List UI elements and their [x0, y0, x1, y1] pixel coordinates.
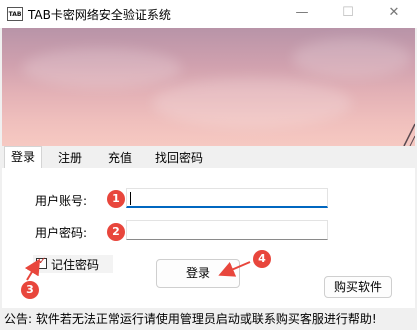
annotation-marker-2: 2 [107, 223, 125, 241]
checkbox-box[interactable]: ✓ [36, 256, 47, 269]
account-input[interactable] [126, 188, 328, 208]
title-bar[interactable]: TAB TAB卡密网络安全验证系统 — ☐ ✕ [0, 0, 417, 28]
account-label: 用户账号: [35, 194, 88, 208]
tab-login[interactable]: 登录 [4, 146, 43, 170]
notice-bar: 公告: 软件若无法正常运行请使用管理员启动或联系购买客服进行帮助! [0, 308, 417, 330]
banner-decoration [403, 123, 415, 146]
annotation-marker-3: 3 [21, 281, 39, 299]
banner-image [2, 28, 415, 146]
tab-recharge[interactable]: 充值 [102, 148, 138, 168]
tab-register[interactable]: 注册 [52, 148, 88, 168]
remember-password-label: 记住密码 [51, 258, 100, 272]
login-button[interactable]: 登录 [156, 259, 240, 288]
tab-recover-password[interactable]: 找回密码 [149, 148, 209, 168]
window-title: TAB卡密网络安全验证系统 [28, 8, 171, 22]
maximize-button[interactable]: ☐ [325, 0, 371, 28]
password-label: 用户密码: [35, 226, 88, 240]
text-caret [130, 192, 131, 205]
remember-password-checkbox[interactable]: ✓ 记住密码 [33, 255, 113, 273]
buy-software-button[interactable]: 购买软件 [324, 276, 392, 298]
checkmark-icon: ✓ [38, 256, 47, 267]
tab-bar: 登录 注册 充值 找回密码 [2, 146, 415, 170]
password-input[interactable] [126, 220, 328, 240]
minimize-button[interactable]: — [279, 0, 325, 28]
app-window: TAB TAB卡密网络安全验证系统 — ☐ ✕ 登录 注册 充值 找回密码 用户… [0, 0, 417, 330]
annotation-marker-1: 1 [107, 190, 125, 208]
close-button[interactable]: ✕ [371, 0, 417, 28]
annotation-marker-4: 4 [253, 250, 271, 268]
app-logo-icon: TAB [7, 7, 23, 21]
